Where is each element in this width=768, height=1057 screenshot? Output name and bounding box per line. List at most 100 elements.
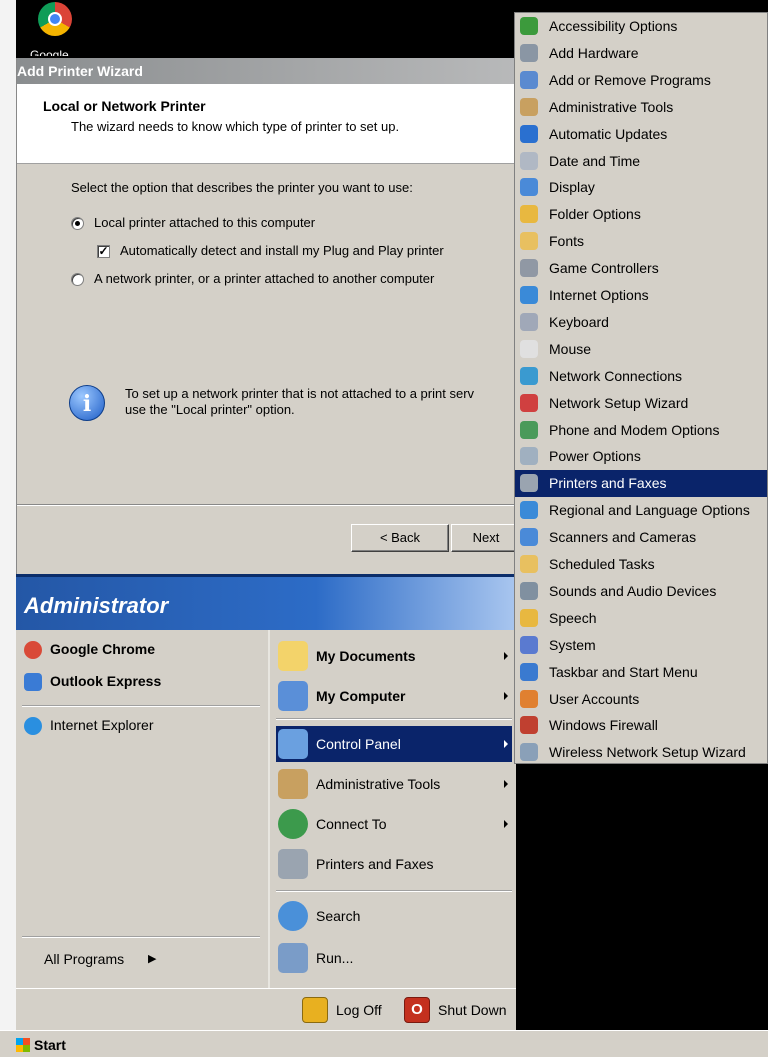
display-icon (520, 178, 538, 197)
cp-item-regional-language[interactable]: Regional and Language Options (515, 497, 767, 524)
cp-item-label: Windows Firewall (549, 717, 658, 734)
cp-item-fonts[interactable]: Fonts (515, 228, 767, 255)
shut-down-button[interactable]: O Shut Down (402, 995, 512, 1025)
accessibility-icon (520, 17, 538, 35)
wizard-title: Add Printer Wizard (17, 58, 517, 84)
speech-icon (520, 608, 538, 627)
cp-item-add-hardware[interactable]: Add Hardware (515, 40, 767, 67)
my-documents-label: My Documents (316, 648, 416, 664)
taskbar: Start (0, 1030, 768, 1057)
chrome-desktop-icon[interactable] (38, 2, 72, 36)
local-printer-label[interactable]: Local printer attached to this computer (94, 215, 315, 230)
cp-item-label: Fonts (549, 233, 585, 250)
search-icon (278, 901, 308, 931)
cp-item-power-options[interactable]: Power Options (515, 443, 767, 470)
cp-item-label: Date and Time (549, 152, 641, 169)
cp-item-folder-options[interactable]: Folder Options (515, 201, 767, 228)
cp-item-label: Folder Options (549, 206, 641, 223)
administrative-tools-label: Administrative Tools (316, 776, 441, 792)
start-menu-right-pane: My Documents My Computer Control Panel A… (268, 630, 516, 988)
keyboard-icon (520, 312, 538, 331)
network-printer-label[interactable]: A network printer, or a printer attached… (94, 271, 434, 286)
administrative-tools-icon (278, 769, 308, 799)
desktop-shortcut-label: Google (30, 48, 69, 56)
network-setup-wizard-icon (520, 393, 538, 412)
cp-item-scanners-cameras[interactable]: Scanners and Cameras (515, 524, 767, 551)
cp-item-game-controllers[interactable]: Game Controllers (515, 255, 767, 282)
recent-item-internet-explorer[interactable]: Internet Explorer (20, 714, 264, 738)
scheduled-tasks-icon (520, 555, 538, 573)
windows-firewall-icon (520, 716, 538, 735)
network-printer-radio[interactable] (71, 273, 84, 286)
my-computer-item[interactable]: My Computer (276, 678, 512, 714)
cp-item-administrative-tools[interactable]: Administrative Tools (515, 94, 767, 121)
cp-item-sounds-audio[interactable]: Sounds and Audio Devices (515, 578, 767, 605)
add-printer-wizard: Add Printer Wizard Local or Network Prin… (16, 58, 521, 574)
chevron-right-icon (504, 780, 508, 788)
chevron-right-icon (504, 652, 508, 660)
pinned-item-outlook-express[interactable]: Outlook Express (20, 670, 264, 696)
cp-item-scheduled-tasks[interactable]: Scheduled Tasks (515, 551, 767, 578)
cp-item-label: Speech (549, 609, 597, 626)
pinned-item-google-chrome[interactable]: Google Chrome (20, 638, 264, 664)
run-item[interactable]: Run... (276, 940, 512, 976)
cp-item-mouse[interactable]: Mouse (515, 336, 767, 363)
wizard-heading: Local or Network Printer (43, 98, 206, 114)
local-printer-radio[interactable] (71, 217, 84, 230)
cp-item-automatic-updates[interactable]: Automatic Updates (515, 121, 767, 148)
cp-item-phone-modem[interactable]: Phone and Modem Options (515, 417, 767, 444)
cp-item-label: Taskbar and Start Menu (549, 663, 698, 680)
cp-item-taskbar-start-menu[interactable]: Taskbar and Start Menu (515, 659, 767, 686)
cp-item-speech[interactable]: Speech (515, 605, 767, 632)
user-name: Administrator (24, 593, 169, 618)
cp-item-label: Internet Options (549, 287, 649, 303)
network-connections-icon (520, 366, 538, 385)
my-documents-item[interactable]: My Documents (276, 638, 512, 674)
right-pane-separator (276, 718, 512, 720)
autodetect-checkbox[interactable]: ✓ (97, 245, 110, 258)
wireless-network-icon (520, 743, 538, 762)
cp-item-add-remove-programs[interactable]: Add or Remove Programs (515, 67, 767, 94)
wizard-header: Local or Network Printer The wizard need… (17, 84, 517, 164)
regional-language-icon (520, 501, 538, 520)
cp-item-system[interactable]: System (515, 632, 767, 659)
autodetect-label[interactable]: Automatically detect and install my Plug… (120, 243, 444, 258)
my-computer-label: My Computer (316, 688, 406, 704)
run-icon (278, 943, 308, 973)
cp-item-label: Accessibility Options (549, 18, 678, 34)
start-button[interactable]: Start (14, 1034, 76, 1056)
cp-item-keyboard[interactable]: Keyboard (515, 309, 767, 336)
cp-item-printers-faxes[interactable]: Printers and Faxes (515, 470, 767, 498)
administrative-tools-item[interactable]: Administrative Tools (276, 766, 512, 802)
all-programs-button[interactable]: All Programs ▶ (36, 948, 236, 972)
cp-item-label: Printers and Faxes (549, 475, 667, 492)
control-panel-item[interactable]: Control Panel (276, 726, 512, 762)
cp-item-label: Network Connections (549, 367, 683, 384)
cp-item-network-connections[interactable]: Network Connections (515, 363, 767, 390)
printers-faxes-icon (520, 474, 538, 493)
cp-item-label: Display (549, 179, 595, 196)
fonts-icon (520, 232, 538, 251)
back-button[interactable]: < Back (351, 524, 449, 552)
printers-faxes-label: Printers and Faxes (316, 856, 434, 872)
start-menu-footer: Log Off O Shut Down (16, 988, 516, 1030)
cp-item-label: Administrative Tools (549, 98, 674, 115)
connect-to-item[interactable]: Connect To (276, 806, 512, 842)
mouse-icon (520, 339, 538, 358)
cp-item-display[interactable]: Display (515, 174, 767, 201)
cp-item-internet-options[interactable]: Internet Options (515, 282, 767, 309)
cp-item-accessibility[interactable]: Accessibility Options (515, 13, 767, 40)
cp-item-windows-firewall[interactable]: Windows Firewall (515, 712, 767, 739)
cp-item-wireless-network[interactable]: Wireless Network Setup Wizard (515, 739, 767, 766)
cp-item-date-time[interactable]: Date and Time (515, 148, 767, 175)
next-button[interactable]: Next (451, 524, 521, 552)
search-item[interactable]: Search (276, 898, 512, 934)
internet-explorer-icon (24, 717, 42, 735)
log-off-button[interactable]: Log Off (300, 995, 396, 1025)
printers-faxes-item[interactable]: Printers and Faxes (276, 846, 512, 882)
chevron-right-icon (504, 820, 508, 828)
cp-item-network-setup-wizard[interactable]: Network Setup Wizard (515, 390, 767, 417)
wizard-subheading: The wizard needs to know which type of p… (71, 119, 400, 134)
wizard-prompt: Select the option that describes the pri… (71, 180, 413, 195)
cp-item-user-accounts[interactable]: User Accounts (515, 686, 767, 713)
